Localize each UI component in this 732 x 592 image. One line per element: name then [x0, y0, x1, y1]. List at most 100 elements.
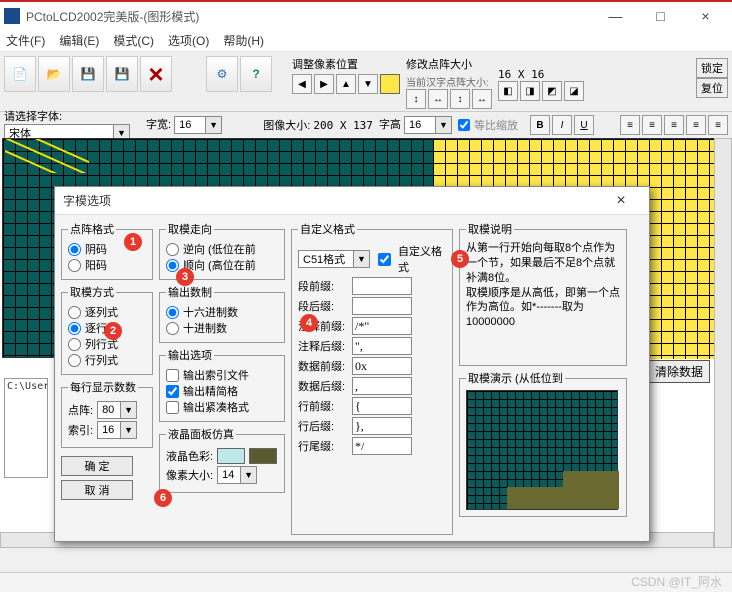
pixel-size-value[interactable]: 14 [217, 466, 241, 484]
shift-down-icon[interactable]: ▼ [358, 74, 378, 94]
chk-index[interactable] [166, 369, 179, 382]
menu-options[interactable]: 选项(O) [168, 32, 209, 49]
bold-button[interactable]: B [530, 115, 550, 135]
statusbar [0, 572, 732, 592]
color-swatch[interactable] [380, 74, 400, 94]
menu-help[interactable]: 帮助(H) [223, 32, 264, 49]
toolbar-help-icon[interactable]: ? [240, 56, 272, 92]
image-size-label: 图像大小: [263, 120, 310, 132]
explain-legend: 取模说明 [466, 221, 514, 237]
close-button[interactable]: × [683, 2, 728, 30]
dialog-title: 字模选项 [63, 192, 111, 209]
lock-button[interactable]: 锁定 [696, 58, 728, 78]
preset-select[interactable]: C51格式 [298, 250, 354, 268]
seg-prefix-input[interactable] [352, 277, 412, 295]
data-prefix-input[interactable] [352, 357, 412, 375]
size-d-icon[interactable]: ◪ [564, 81, 584, 101]
char-height-value[interactable]: 16 [404, 116, 436, 134]
size-a-icon[interactable]: ◧ [498, 81, 518, 101]
image-size-value: 200 X 137 [313, 119, 373, 132]
shift-right-icon[interactable]: ▶ [314, 74, 334, 94]
chevron-down-icon[interactable]: ▼ [206, 116, 222, 134]
align-center-icon[interactable]: ≡ [642, 115, 662, 135]
rows-per-line-group: 每行显示数数 点阵: 80▼ 索引: 16▼ [61, 379, 153, 448]
reset-button[interactable]: 复位 [696, 78, 728, 98]
lcd-sim-legend: 液晶面板仿真 [166, 426, 236, 442]
radio-rowcol[interactable] [68, 354, 81, 367]
tail-suffix-input[interactable] [352, 437, 412, 455]
seg-suffix-input[interactable] [352, 297, 412, 315]
toolbar-save2-icon[interactable]: 💾 [106, 56, 138, 92]
adjust-pixel-label: 调整像素位置 [292, 56, 400, 72]
change-matrix-label: 修改点阵大小 [406, 56, 492, 72]
clear-data-button[interactable]: 清除数据 [648, 360, 710, 383]
matrix-c-icon[interactable]: ↕ [450, 89, 470, 109]
underline-button[interactable]: U [574, 115, 594, 135]
align-d-icon[interactable]: ≡ [686, 115, 706, 135]
lcd-color-light[interactable] [217, 448, 245, 464]
char-width-value[interactable]: 16 [174, 116, 206, 134]
ok-button[interactable]: 确 定 [61, 456, 133, 476]
size-b-icon[interactable]: ◨ [520, 81, 540, 101]
data-suffix-input[interactable] [352, 377, 412, 395]
shift-left-icon[interactable]: ◀ [292, 74, 312, 94]
chevron-down-icon[interactable]: ▼ [241, 466, 257, 484]
dialog-close-button[interactable]: × [601, 192, 641, 210]
radio-yangcode[interactable] [68, 259, 81, 272]
current-matrix-label: 当前汉字点阵大小: [406, 74, 492, 89]
radio-reverse[interactable] [166, 243, 179, 256]
menu-file[interactable]: 文件(F) [6, 32, 45, 49]
align-right-icon[interactable]: ≡ [664, 115, 684, 135]
chevron-down-icon[interactable]: ▼ [354, 250, 370, 268]
shift-up-icon[interactable]: ▲ [336, 74, 356, 94]
matrix-a-icon[interactable]: ↕ [406, 89, 426, 109]
radio-forward[interactable] [166, 259, 179, 272]
chk-compact1[interactable] [166, 385, 179, 398]
dot-count-value[interactable]: 80 [97, 401, 121, 419]
comment-prefix-input[interactable] [352, 317, 412, 335]
toolbar-settings-icon[interactable]: ⚙ [206, 56, 238, 92]
chevron-down-icon[interactable]: ▼ [121, 401, 137, 419]
demo-legend: 取模演示 (从低位到 [466, 370, 565, 386]
char-width-label: 字宽: [146, 119, 171, 131]
toolbar-delete-icon[interactable]: × [140, 56, 172, 92]
align-e-icon[interactable]: ≡ [708, 115, 728, 135]
menu-edit[interactable]: 编辑(E) [59, 32, 99, 49]
demo-group: 取模演示 (从低位到 [459, 370, 627, 517]
size-c-icon[interactable]: ◩ [542, 81, 562, 101]
matrix-b-icon[interactable]: ↔ [428, 89, 448, 109]
align-left-icon[interactable]: ≡ [620, 115, 640, 135]
lcd-color-dark[interactable] [249, 448, 277, 464]
chevron-down-icon[interactable]: ▼ [121, 421, 137, 439]
radio-col[interactable] [68, 306, 81, 319]
radio-dec[interactable] [166, 322, 179, 335]
index-count-value[interactable]: 16 [97, 421, 121, 439]
vertical-scrollbar[interactable] [714, 138, 732, 548]
minimize-button[interactable]: — [593, 2, 638, 30]
comment-suffix-input[interactable] [352, 337, 412, 355]
toolbar-new-icon[interactable]: 📄 [4, 56, 36, 92]
matrix-size-value: 16 X 16 [498, 68, 584, 81]
toolbar-open-icon[interactable]: 📂 [38, 56, 70, 92]
matrix-d-icon[interactable]: ↔ [472, 89, 492, 109]
chk-compact2[interactable] [166, 401, 179, 414]
menubar: 文件(F) 编辑(E) 模式(C) 选项(O) 帮助(H) [0, 30, 732, 52]
chk-custom-format[interactable] [378, 253, 391, 266]
annotation-1: 1 [124, 233, 142, 251]
annotation-4: 4 [300, 314, 318, 332]
explain-group: 取模说明 从第一行开始向每取8个点作为一个节，如果最后不足8个点就补满8位。 取… [459, 221, 627, 366]
chevron-down-icon[interactable]: ▼ [436, 116, 452, 134]
radio-hex[interactable] [166, 306, 179, 319]
keep-ratio-label: 等比缩放 [474, 117, 518, 133]
cancel-button[interactable]: 取 消 [61, 480, 133, 500]
radio-colrow[interactable] [68, 338, 81, 351]
maximize-button[interactable]: □ [638, 2, 683, 30]
line-prefix-input[interactable] [352, 397, 412, 415]
radio-yincode[interactable] [68, 243, 81, 256]
italic-button[interactable]: I [552, 115, 572, 135]
menu-mode[interactable]: 模式(C) [113, 32, 154, 49]
line-suffix-input[interactable] [352, 417, 412, 435]
radio-row[interactable] [68, 322, 81, 335]
keep-ratio-checkbox[interactable] [458, 119, 470, 131]
toolbar-save-icon[interactable]: 💾 [72, 56, 104, 92]
